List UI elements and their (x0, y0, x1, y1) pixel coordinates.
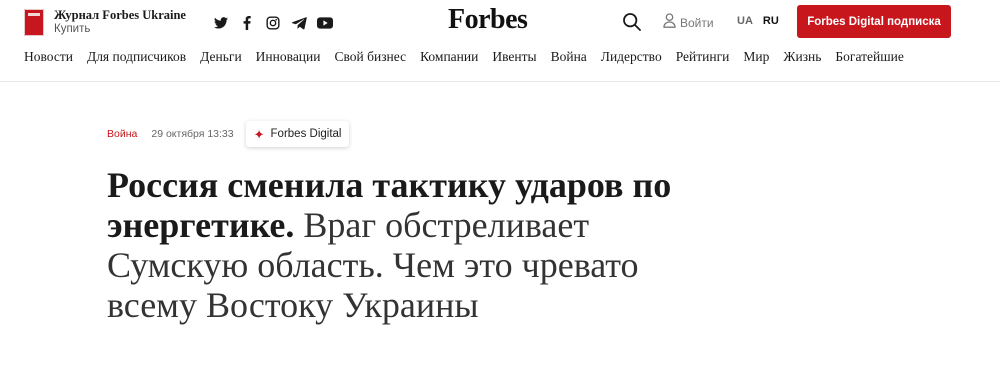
article-date: 29 октября 13:33 (151, 128, 234, 140)
magazine-promo[interactable]: Журнал Forbes Ukraine Купить (24, 8, 186, 37)
lang-ru-button[interactable]: RU (763, 15, 779, 27)
login-label: Войти (680, 16, 714, 30)
facebook-icon[interactable] (234, 13, 260, 33)
main-nav: Новости Для подписчиков Деньги Инновации… (24, 49, 904, 65)
nav-divider (0, 81, 1000, 82)
lang-ua-button[interactable]: UA (737, 15, 753, 27)
magazine-text: Журнал Forbes Ukraine Купить (54, 8, 186, 37)
nav-item-ratings[interactable]: Рейтинги (676, 49, 730, 65)
search-icon[interactable] (622, 12, 642, 32)
magazine-buy-link[interactable]: Купить (54, 23, 186, 36)
nav-item-money[interactable]: Деньги (200, 49, 242, 65)
top-bar: Журнал Forbes Ukraine Купить Forbes Войт… (0, 0, 1000, 44)
nav-item-own-business[interactable]: Свой бизнес (334, 49, 406, 65)
magazine-title[interactable]: Журнал Forbes Ukraine (54, 8, 186, 22)
article-headline: Россия сменила тактику ударов по энергет… (107, 165, 697, 325)
twitter-icon[interactable] (208, 13, 234, 33)
forbes-logo[interactable]: Forbes (448, 4, 528, 36)
subscribe-button[interactable]: Forbes Digital подписка (797, 5, 951, 38)
language-switcher: UA RU (737, 15, 779, 27)
star-icon: ✦ (253, 126, 265, 142)
magazine-cover-image[interactable] (24, 8, 44, 36)
login-button[interactable]: Войти (663, 13, 714, 33)
instagram-icon[interactable] (260, 13, 286, 33)
badge-label: Forbes Digital (270, 128, 342, 140)
nav-item-leadership[interactable]: Лидерство (601, 49, 662, 65)
nav-item-companies[interactable]: Компании (420, 49, 478, 65)
article-category-link[interactable]: Война (107, 128, 137, 140)
nav-item-life[interactable]: Жизнь (783, 49, 821, 65)
nav-item-world[interactable]: Мир (743, 49, 769, 65)
nav-item-events[interactable]: Ивенты (492, 49, 536, 65)
telegram-icon[interactable] (286, 13, 312, 33)
forbes-digital-badge[interactable]: ✦ Forbes Digital (245, 121, 350, 147)
user-icon (663, 13, 676, 33)
nav-item-richest[interactable]: Богатейшие (835, 49, 903, 65)
nav-item-for-subscribers[interactable]: Для подписчиков (87, 49, 186, 65)
nav-item-news[interactable]: Новости (24, 49, 73, 65)
youtube-icon[interactable] (312, 13, 338, 33)
nav-item-innovations[interactable]: Инновации (256, 49, 321, 65)
nav-item-war[interactable]: Война (551, 49, 587, 65)
article-meta: Война 29 октября 13:33 ✦ Forbes Digital (107, 121, 350, 147)
social-links (208, 13, 338, 33)
